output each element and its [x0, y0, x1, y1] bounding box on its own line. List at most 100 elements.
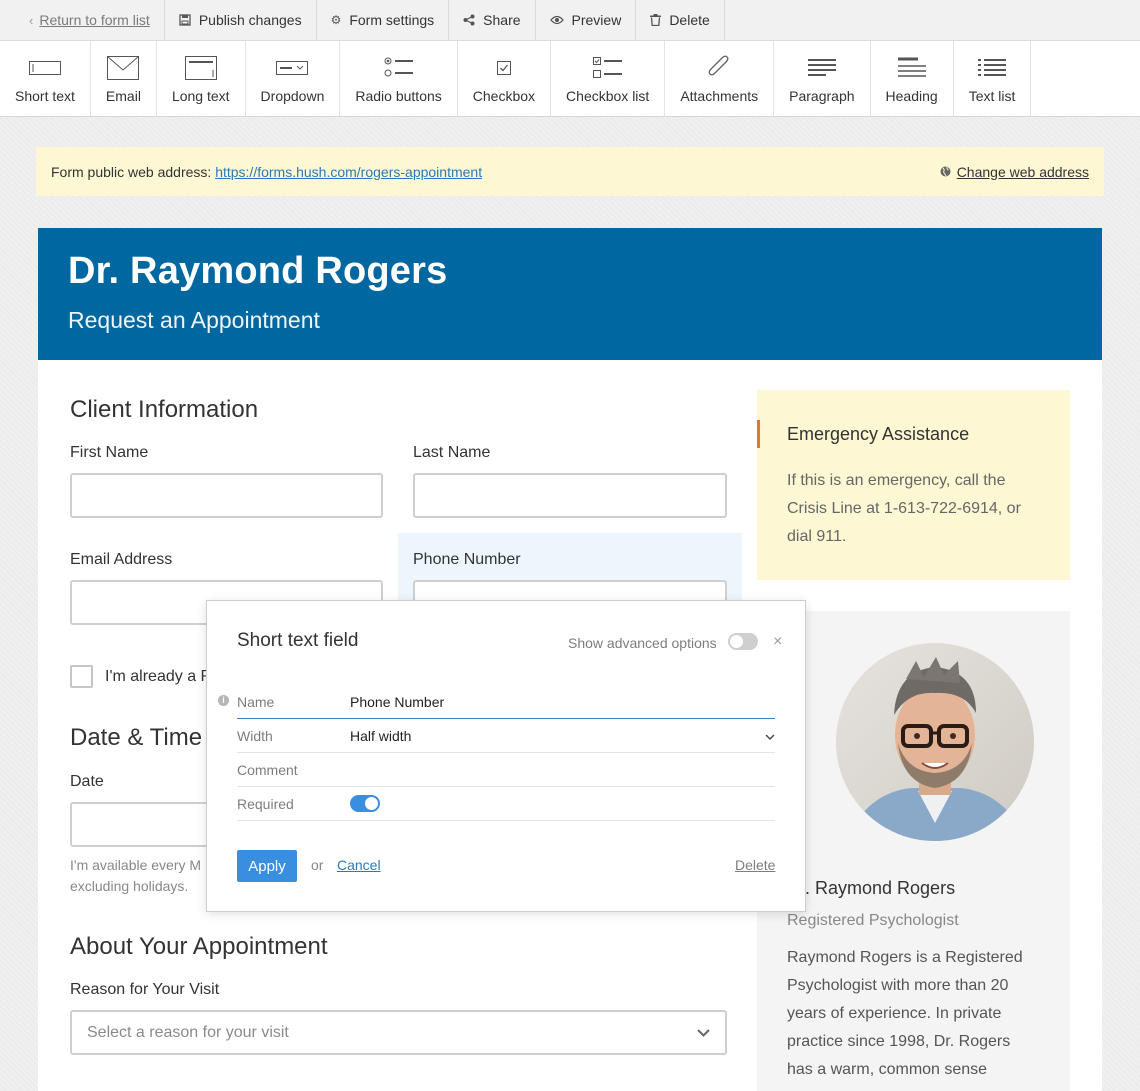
already-client-checkbox[interactable]	[70, 665, 93, 688]
envelope-icon	[107, 53, 140, 83]
advanced-options-label: Show advanced options	[568, 635, 717, 651]
form-settings-button[interactable]: ⚙ Form settings	[317, 0, 450, 40]
date-hint: I'm available every M excluding holidays…	[70, 855, 201, 897]
section-heading-about: About Your Appointment	[70, 933, 328, 960]
form-settings-label: Form settings	[349, 12, 435, 28]
palette-label: Checkbox	[472, 88, 536, 104]
already-client-label: I'm already a R	[105, 668, 213, 685]
bio-role: Registered Psychologist	[787, 912, 959, 929]
email-label: Email Address	[70, 551, 173, 568]
apply-button[interactable]: Apply	[237, 850, 297, 882]
short-text-icon	[28, 53, 61, 83]
palette-label: Text list	[968, 88, 1016, 104]
emergency-accent-bar	[757, 420, 760, 448]
reason-placeholder: Select a reason for your visit	[87, 1023, 289, 1041]
checkbox-list-icon	[592, 53, 623, 83]
reason-select[interactable]: Select a reason for your visit	[70, 1010, 727, 1055]
palette-long-text[interactable]: Long text	[157, 41, 246, 116]
palette-dropdown[interactable]: Dropdown	[246, 41, 341, 116]
emergency-text: If this is an emergency, call the Crisis…	[787, 472, 1021, 545]
reason-label: Reason for Your Visit	[70, 981, 220, 998]
palette-label: Heading	[885, 88, 938, 104]
comment-row[interactable]: Comment	[237, 753, 775, 787]
eye-icon	[549, 15, 564, 25]
delete-field-link[interactable]: Delete	[735, 857, 775, 873]
field-palette: Short text Email Long text Dropdown Radi…	[0, 41, 1140, 117]
field-editor-popup: Short text field Show advanced options ×…	[206, 600, 806, 912]
close-icon[interactable]: ×	[773, 633, 782, 651]
share-label: Share	[483, 12, 521, 28]
dropdown-icon	[276, 53, 309, 83]
first-name-input[interactable]	[70, 473, 383, 518]
palette-short-text[interactable]: Short text	[0, 41, 91, 116]
width-row-label: Width	[237, 727, 273, 744]
public-address-link[interactable]: https://forms.hush.com/rogers-appointmen…	[215, 164, 482, 180]
change-web-address-link[interactable]: Change web address	[940, 164, 1089, 180]
chevron-down-icon[interactable]	[765, 729, 775, 743]
palette-checkbox[interactable]: Checkbox	[458, 41, 552, 116]
width-row[interactable]: Width Half width	[237, 719, 775, 753]
publish-changes-label: Publish changes	[198, 12, 302, 28]
first-name-label: First Name	[70, 444, 149, 461]
comment-row-label: Comment	[237, 761, 298, 778]
publish-changes-button[interactable]: Publish changes	[165, 0, 317, 40]
radio-buttons-icon	[384, 53, 414, 83]
advanced-options-toggle[interactable]	[728, 633, 758, 650]
top-action-bar: ‹ Return to form list Publish changes ⚙ …	[0, 0, 1140, 41]
return-to-form-list-link[interactable]: ‹ Return to form list	[0, 0, 165, 40]
trash-icon	[650, 14, 662, 26]
save-icon	[179, 14, 191, 26]
last-name-input[interactable]	[413, 473, 727, 518]
emergency-title: Emergency Assistance	[787, 424, 970, 444]
name-row-label: Name	[237, 693, 275, 710]
chevron-down-icon	[697, 1024, 710, 1042]
or-text: or	[311, 857, 324, 873]
return-link-label: Return to form list	[39, 12, 150, 28]
bio-name: Dr. Raymond Rogers	[787, 878, 956, 898]
required-row[interactable]: Required	[237, 787, 775, 821]
emergency-box[interactable]: Emergency Assistance If this is an emerg…	[757, 390, 1070, 580]
phone-label: Phone Number	[413, 551, 521, 568]
required-row-label: Required	[237, 795, 294, 812]
form-header[interactable]: Dr. Raymond Rogers Request an Appointmen…	[38, 228, 1102, 360]
paperclip-icon	[706, 53, 732, 83]
globe-icon	[940, 164, 951, 180]
name-row[interactable]: Name Phone Number	[237, 685, 775, 719]
chevron-left-icon: ‹	[29, 12, 34, 28]
share-button[interactable]: Share	[449, 0, 536, 40]
preview-label: Preview	[571, 12, 622, 28]
width-row-value[interactable]: Half width	[350, 728, 765, 744]
delete-form-button[interactable]: Delete	[636, 0, 725, 40]
name-row-value[interactable]: Phone Number	[350, 694, 775, 710]
palette-label: Long text	[171, 88, 230, 104]
cancel-link[interactable]: Cancel	[337, 857, 381, 873]
avatar	[836, 643, 1034, 841]
palette-radio-buttons[interactable]: Radio buttons	[340, 41, 458, 116]
text-list-icon	[978, 53, 1007, 83]
palette-text-list[interactable]: Text list	[954, 41, 1032, 116]
section-heading-client: Client Information	[70, 396, 259, 423]
heading-icon	[897, 53, 926, 83]
palette-checkbox-list[interactable]: Checkbox list	[551, 41, 666, 116]
palette-paragraph[interactable]: Paragraph	[774, 41, 871, 116]
preview-button[interactable]: Preview	[536, 0, 637, 40]
palette-heading[interactable]: Heading	[871, 41, 954, 116]
change-web-address-label: Change web address	[956, 163, 1089, 180]
last-name-label: Last Name	[413, 444, 491, 461]
required-toggle[interactable]	[350, 795, 380, 812]
public-address-label: Form public web address:	[51, 163, 212, 180]
palette-attachments[interactable]: Attachments	[665, 41, 775, 116]
palette-label: Radio buttons	[355, 88, 442, 104]
popup-title: Short text field	[237, 630, 359, 651]
public-address: Form public web address: https://forms.h…	[51, 164, 482, 180]
info-icon: i	[218, 695, 229, 706]
delete-label: Delete	[669, 12, 710, 28]
form-title: Dr. Raymond Rogers	[68, 250, 448, 292]
palette-email[interactable]: Email	[91, 41, 157, 116]
bio-description: Raymond Rogers is a Registered Psycholog…	[787, 949, 1023, 1078]
date-label: Date	[70, 773, 104, 790]
section-heading-date: Date & Time	[70, 724, 203, 751]
checkbox-icon	[496, 53, 512, 83]
palette-label: Checkbox list	[566, 88, 650, 104]
share-icon	[463, 14, 475, 26]
